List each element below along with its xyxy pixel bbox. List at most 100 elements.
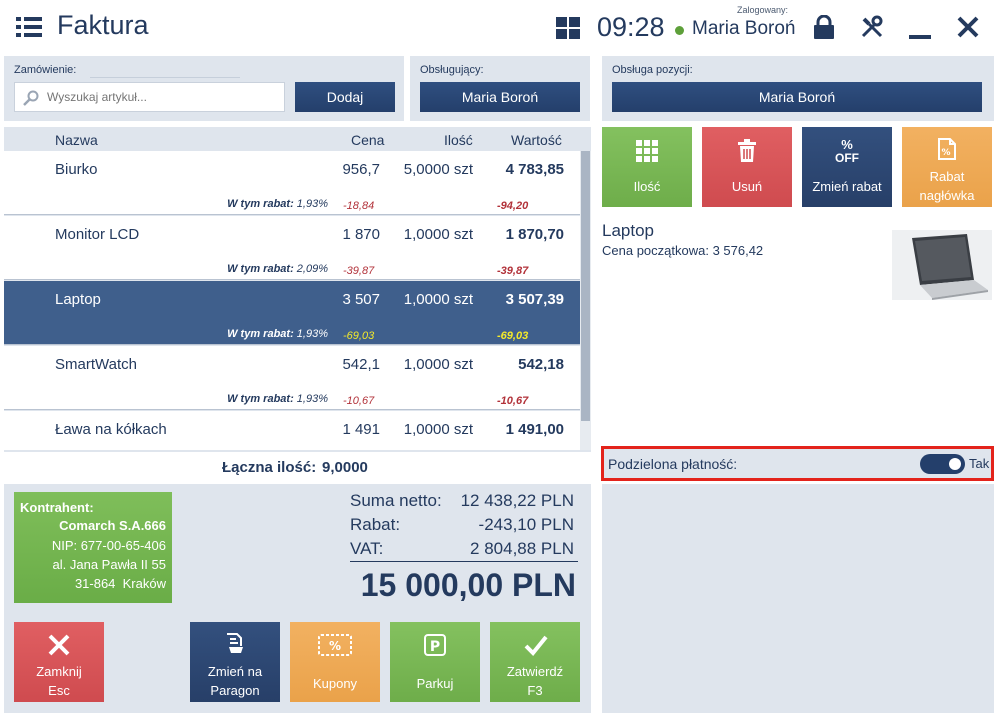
tools-icon[interactable] xyxy=(860,15,884,39)
item-value: 1 870,70 xyxy=(505,226,564,243)
item-price: 3 507 xyxy=(342,291,380,308)
split-payment-row: Podzielona płatność: Tak xyxy=(601,446,994,481)
contractor-name: Comarch S.A.666 xyxy=(59,518,166,533)
logged-user-name: Maria Boroń xyxy=(692,18,796,39)
quantity-tile-label: Ilość xyxy=(633,179,661,194)
item-discount-value: -69,03 xyxy=(497,330,529,342)
item-name: Laptop xyxy=(55,291,101,308)
trash-icon xyxy=(738,139,756,162)
item-price: 542,1 xyxy=(342,356,380,373)
close-label-1: Zamknij xyxy=(36,664,82,679)
order-label: Zamówienie: xyxy=(14,64,77,76)
item-price: 956,7 xyxy=(342,161,380,178)
item-name: SmartWatch xyxy=(55,356,137,373)
contractor-card[interactable]: Kontrahent: Comarch S.A.666 NIP: 677-00-… xyxy=(14,492,172,603)
page-title: Faktura xyxy=(57,10,149,40)
col-price-header: Cena xyxy=(351,132,385,148)
col-qty-header: Ilość xyxy=(444,132,473,148)
table-row[interactable]: Biurko 956,7 5,0000 szt 4 783,85 W tym r… xyxy=(4,151,580,215)
lock-icon[interactable] xyxy=(813,15,835,39)
discount-sum-label: Rabat: xyxy=(350,515,401,534)
item-qty: 1,0000 szt xyxy=(403,421,473,438)
total-qty-label: Łączna ilość: xyxy=(222,459,317,476)
item-name: Biurko xyxy=(55,161,98,178)
contractor-street: al. Jana Pawła II 55 xyxy=(52,557,166,572)
table-row[interactable]: SmartWatch 542,1 1,0000 szt 542,18 W tym… xyxy=(4,346,580,410)
change-discount-tile-button[interactable]: % OFF Zmień rabat xyxy=(802,127,892,207)
table-row[interactable]: Monitor LCD 1 870 1,0000 szt 1 870,70 W … xyxy=(4,216,580,280)
item-value: 3 507,39 xyxy=(505,291,564,308)
split-payment-toggle[interactable] xyxy=(920,454,965,474)
delete-tile-button[interactable]: Usuń xyxy=(702,127,792,207)
items-scrollbar[interactable] xyxy=(580,151,591,450)
split-payment-label: Podzielona płatność: xyxy=(608,456,738,472)
confirm-button[interactable]: Zatwierdź F3 xyxy=(490,622,580,702)
grid-dots-icon xyxy=(636,140,658,162)
svg-text:%: % xyxy=(941,148,950,158)
item-value: 542,18 xyxy=(518,356,564,373)
quantity-tile-button[interactable]: Ilość xyxy=(602,127,692,207)
contractor-city: 31-864 Kraków xyxy=(74,576,166,591)
split-payment-state: Tak xyxy=(969,456,990,471)
document-discount-icon: % xyxy=(938,138,956,160)
position-handler-select-button[interactable]: Maria Boroń xyxy=(612,82,982,112)
item-discount-label: W tym rabat: 1,93% xyxy=(227,198,328,210)
item-qty: 1,0000 szt xyxy=(403,226,473,243)
search-field[interactable] xyxy=(14,82,285,112)
hamburger-menu-icon[interactable] xyxy=(16,16,42,38)
item-price: 1 491 xyxy=(342,421,380,438)
close-document-button[interactable]: Zamknij Esc xyxy=(14,622,104,702)
table-row-selected[interactable]: Laptop 3 507 1,0000 szt 3 507,39 W tym r… xyxy=(4,281,580,345)
item-discount-price: -10,67 xyxy=(343,395,375,407)
product-initial-price: Cena początkowa: 3 576,42 xyxy=(602,243,764,258)
item-value: 1 491,00 xyxy=(505,421,564,438)
coupons-button[interactable]: % Kupony xyxy=(290,622,380,702)
table-row[interactable]: Ława na kółkach 1 491 1,0000 szt 1 491,0… xyxy=(4,411,580,450)
laptop-product-image xyxy=(892,230,992,300)
park-button[interactable]: P Parkuj xyxy=(390,622,480,702)
vat-sum-value: 2 804,88 PLN xyxy=(470,539,574,558)
net-sum-value: 12 438,22 PLN xyxy=(460,491,574,510)
item-discount-price: -39,87 xyxy=(343,265,375,277)
total-quantity-bar: Łączna ilość: 9,0000 xyxy=(4,452,591,482)
item-discount-label: W tym rabat: 1,93% xyxy=(227,393,328,405)
close-label-2: Esc xyxy=(48,683,70,698)
confirm-label-1: Zatwierdź xyxy=(506,664,564,679)
handler-select-button[interactable]: Maria Boroń xyxy=(420,82,580,112)
header-discount-label-1: Rabat xyxy=(929,169,965,184)
col-value-header: Wartość xyxy=(511,132,562,148)
vat-sum-label: VAT: xyxy=(350,539,384,558)
svg-text:P: P xyxy=(430,639,440,655)
close-icon[interactable] xyxy=(957,16,979,38)
sums-divider xyxy=(350,561,578,562)
checkmark-icon xyxy=(524,635,548,656)
contractor-nip: NIP: 677-00-65-406 xyxy=(51,538,166,553)
scrollbar-thumb[interactable] xyxy=(581,151,590,421)
minimize-icon[interactable] xyxy=(909,35,931,39)
item-qty: 1,0000 szt xyxy=(403,291,473,308)
logged-in-label: Zalogowany: xyxy=(737,5,789,15)
off-text-icon: OFF xyxy=(835,151,859,165)
item-discount-value: -39,87 xyxy=(497,265,529,277)
item-discount-label: W tym rabat: 1,93% xyxy=(227,328,328,340)
item-name: Ława na kółkach xyxy=(55,421,167,438)
product-name: Laptop xyxy=(602,221,654,240)
header-bar: Faktura 09:28 Zalogowany: Maria Boroń xyxy=(0,0,999,55)
receipt-label-1: Zmień na xyxy=(207,664,263,679)
payment-details-panel xyxy=(602,484,994,713)
contractor-title: Kontrahent: xyxy=(20,500,94,515)
clock: 09:28 xyxy=(597,12,665,42)
header-discount-tile-button[interactable]: % Rabat nagłówka xyxy=(902,127,992,207)
close-x-icon xyxy=(48,634,70,656)
add-button[interactable]: Dodaj xyxy=(295,82,395,112)
net-sum-label: Suma netto: xyxy=(350,491,442,510)
item-name: Monitor LCD xyxy=(55,226,140,243)
online-status-dot xyxy=(675,26,684,35)
search-input[interactable] xyxy=(47,87,277,107)
grid-view-icon[interactable] xyxy=(556,17,580,39)
order-number-line xyxy=(90,77,240,78)
handler-label: Obsługujący: xyxy=(420,64,484,76)
item-discount-value: -94,20 xyxy=(497,200,529,212)
change-to-receipt-button[interactable]: Zmień na Paragon xyxy=(190,622,280,702)
item-discount-price: -18,84 xyxy=(343,200,375,212)
